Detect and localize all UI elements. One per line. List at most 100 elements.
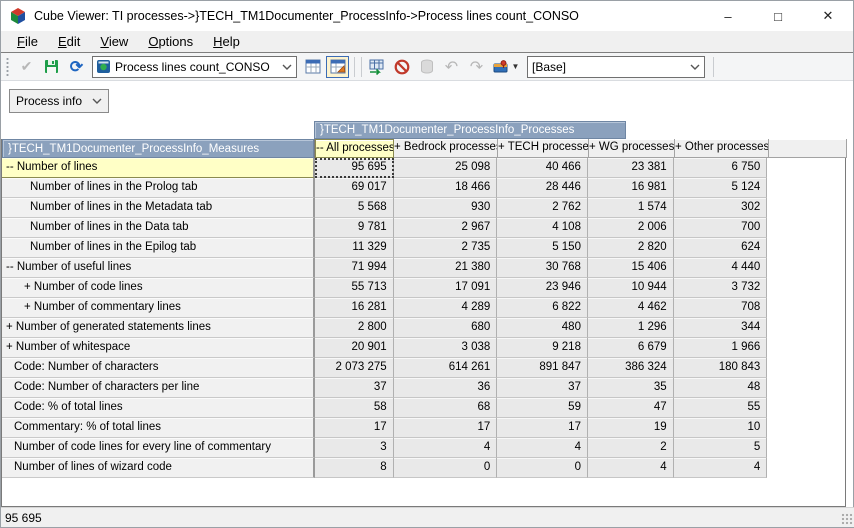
base-selector[interactable]: [Base]	[527, 56, 705, 78]
menu-edit[interactable]: Edit	[48, 32, 90, 52]
data-cell[interactable]: 344	[674, 318, 768, 338]
data-cell[interactable]: 58	[315, 398, 394, 418]
recalculate-button[interactable]: ⟳	[65, 56, 88, 78]
data-cell[interactable]: 10 944	[588, 278, 674, 298]
data-cell[interactable]: 2 762	[497, 198, 588, 218]
data-cell[interactable]: 386 324	[588, 358, 674, 378]
data-cell[interactable]: 1 574	[588, 198, 674, 218]
data-cell[interactable]: 4 289	[394, 298, 498, 318]
data-cell[interactable]: 1 966	[674, 338, 768, 358]
data-cell[interactable]: 8	[315, 458, 394, 478]
data-cell[interactable]: 2 820	[588, 238, 674, 258]
data-cell[interactable]: 930	[394, 198, 498, 218]
toolbar-grip[interactable]	[5, 58, 10, 76]
column-header[interactable]: -- All processes	[315, 139, 394, 158]
slice-button[interactable]	[301, 56, 324, 78]
row-header[interactable]: Number of lines of wizard code	[2, 458, 315, 478]
data-cell[interactable]: 4 108	[497, 218, 588, 238]
data-cell[interactable]: 47	[588, 398, 674, 418]
data-cell[interactable]: 700	[674, 218, 768, 238]
data-cell[interactable]: 37	[497, 378, 588, 398]
data-cell[interactable]: 2 735	[394, 238, 498, 258]
row-header[interactable]: -- Number of useful lines	[2, 258, 315, 278]
data-cell[interactable]: 9 218	[497, 338, 588, 358]
data-cell[interactable]: 4 440	[674, 258, 768, 278]
row-header[interactable]: Number of lines in the Data tab	[2, 218, 315, 238]
menu-view[interactable]: View	[90, 32, 138, 52]
column-header[interactable]: + WG processes	[589, 139, 675, 158]
data-cell[interactable]: 16 981	[588, 178, 674, 198]
data-cell[interactable]: 18 466	[394, 178, 498, 198]
data-cell[interactable]: 302	[674, 198, 768, 218]
data-cell[interactable]: 3	[315, 438, 394, 458]
data-cell[interactable]: 708	[674, 298, 768, 318]
row-header[interactable]: Code: Number of characters	[2, 358, 315, 378]
data-cell[interactable]: 36	[394, 378, 498, 398]
data-cell[interactable]: 3 732	[674, 278, 768, 298]
data-cell[interactable]: 0	[394, 458, 498, 478]
data-cell[interactable]: 614 261	[394, 358, 498, 378]
data-cell[interactable]: 4	[394, 438, 498, 458]
data-cell[interactable]: 17 091	[394, 278, 498, 298]
data-cell[interactable]: 5	[674, 438, 768, 458]
row-header[interactable]: Commentary: % of total lines	[2, 418, 315, 438]
column-dimension-bar[interactable]: }TECH_TM1Documenter_ProcessInfo_Processe…	[314, 121, 626, 139]
data-cell[interactable]: 10	[674, 418, 768, 438]
data-cell[interactable]: 17	[394, 418, 498, 438]
data-cell[interactable]: 6 679	[588, 338, 674, 358]
data-cell[interactable]: 16 281	[315, 298, 394, 318]
row-header[interactable]: + Number of generated statements lines	[2, 318, 315, 338]
data-cell[interactable]: 4	[588, 458, 674, 478]
save-button[interactable]	[40, 56, 63, 78]
data-cell[interactable]: 28 446	[497, 178, 588, 198]
data-cell[interactable]: 48	[674, 378, 768, 398]
data-cell[interactable]: 180 843	[674, 358, 768, 378]
data-cell[interactable]: 23 381	[588, 158, 674, 178]
data-cell[interactable]: 4	[497, 438, 588, 458]
data-cell[interactable]: 40 466	[497, 158, 588, 178]
active-slice-button[interactable]	[326, 56, 349, 78]
data-cell[interactable]: 480	[497, 318, 588, 338]
suspend-update-button[interactable]	[390, 56, 413, 78]
data-cell[interactable]: 2 073 275	[315, 358, 394, 378]
data-cell[interactable]: 17	[497, 418, 588, 438]
data-cell[interactable]: 69 017	[315, 178, 394, 198]
resize-grip-icon[interactable]	[841, 513, 853, 525]
data-cell[interactable]: 55 713	[315, 278, 394, 298]
maximize-button[interactable]: □	[753, 1, 803, 31]
data-cell[interactable]: 1 296	[588, 318, 674, 338]
row-header[interactable]: + Number of commentary lines	[2, 298, 315, 318]
view-selector[interactable]: Process lines count_CONSO	[92, 56, 297, 78]
row-header[interactable]: Number of code lines for every line of c…	[2, 438, 315, 458]
title-dimension-selector[interactable]: Process info	[9, 89, 109, 113]
data-cell[interactable]: 3 038	[394, 338, 498, 358]
data-cell[interactable]: 2 800	[315, 318, 394, 338]
data-cell[interactable]: 680	[394, 318, 498, 338]
data-cell[interactable]: 4 462	[588, 298, 674, 318]
data-cell[interactable]: 6 750	[674, 158, 768, 178]
data-cell[interactable]: 9 781	[315, 218, 394, 238]
row-header[interactable]: Number of lines in the Prolog tab	[2, 178, 315, 198]
menu-options[interactable]: Options	[138, 32, 203, 52]
data-cell[interactable]: 5 568	[315, 198, 394, 218]
data-cell[interactable]: 71 994	[315, 258, 394, 278]
data-cell[interactable]: 25 098	[394, 158, 498, 178]
row-header[interactable]: + Number of code lines	[2, 278, 315, 298]
data-cell[interactable]: 23 946	[497, 278, 588, 298]
minimize-button[interactable]: –	[703, 1, 753, 31]
menu-file[interactable]: File	[7, 32, 48, 52]
data-cell[interactable]: 2	[588, 438, 674, 458]
data-cell[interactable]: 20 901	[315, 338, 394, 358]
snapshot-button[interactable]: ▼	[490, 56, 522, 78]
column-header[interactable]: + TECH processes	[498, 139, 589, 158]
row-header[interactable]: Code: % of total lines	[2, 398, 315, 418]
data-cell[interactable]: 21 380	[394, 258, 498, 278]
data-cell[interactable]: 2 967	[394, 218, 498, 238]
data-cell[interactable]: 30 768	[497, 258, 588, 278]
data-cell[interactable]: 68	[394, 398, 498, 418]
data-cell[interactable]: 11 329	[315, 238, 394, 258]
data-cell[interactable]: 891 847	[497, 358, 588, 378]
data-cell[interactable]: 2 006	[588, 218, 674, 238]
close-button[interactable]: ✕	[803, 1, 853, 31]
menu-help[interactable]: Help	[203, 32, 250, 52]
